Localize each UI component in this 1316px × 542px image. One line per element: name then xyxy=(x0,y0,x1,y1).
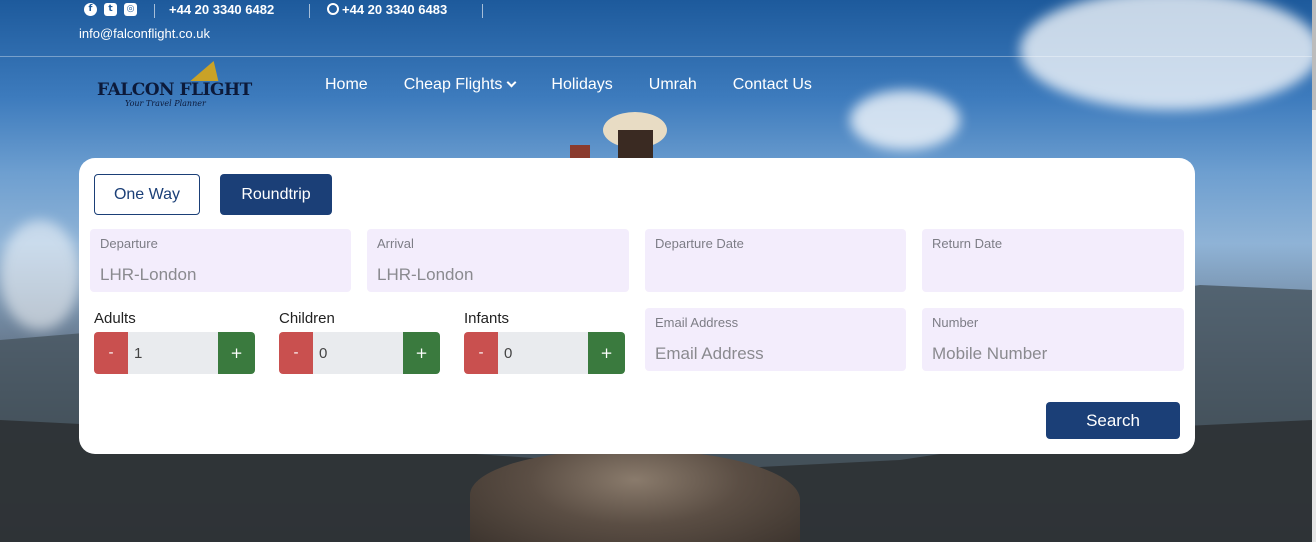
scrollbar-track[interactable] xyxy=(1312,0,1316,542)
nav-contact-us[interactable]: Contact Us xyxy=(733,76,812,94)
nav-cheap-flights-label: Cheap Flights xyxy=(403,76,503,93)
chevron-down-icon xyxy=(506,77,517,88)
divider xyxy=(482,4,483,18)
email-label: Email Address xyxy=(655,315,739,330)
logo-text: FALCON FLIGHT xyxy=(97,80,252,100)
logo[interactable]: FALCON FLIGHT Your Travel Planner xyxy=(97,61,252,113)
infants-label: Infants xyxy=(464,310,510,327)
children-stepper: - 0 + xyxy=(279,332,440,374)
return-date-field[interactable]: Return Date xyxy=(922,229,1184,292)
adults-value[interactable]: 1 xyxy=(128,332,218,374)
nav-holidays[interactable]: Holidays xyxy=(551,76,612,94)
number-label: Number xyxy=(932,315,979,330)
children-plus-button[interactable]: + xyxy=(403,332,440,374)
logo-tagline: Your Travel Planner xyxy=(125,99,206,108)
roundtrip-button[interactable]: Roundtrip xyxy=(220,174,332,215)
number-placeholder: Mobile Number xyxy=(932,344,1048,363)
rock-summit xyxy=(470,450,800,542)
social-links: f t ◎ xyxy=(84,3,137,16)
one-way-button[interactable]: One Way xyxy=(94,174,200,215)
flight-search-card: One Way Roundtrip Departure LHR-London A… xyxy=(79,158,1195,454)
departure-value: LHR-London xyxy=(100,265,197,284)
children-minus-button[interactable]: - xyxy=(279,332,313,374)
top-bar: f t ◎ +44 20 3340 6482 +44 20 3340 6483 … xyxy=(0,0,1312,57)
whatsapp-number-text: +44 20 3340 6483 xyxy=(342,2,448,17)
phone-number[interactable]: +44 20 3340 6482 xyxy=(169,2,274,17)
email-field[interactable]: Email Address Email Address xyxy=(645,308,906,371)
infants-minus-button[interactable]: - xyxy=(464,332,498,374)
facebook-icon[interactable]: f xyxy=(84,3,97,16)
main-nav: Home Cheap Flights Holidays Umrah Contac… xyxy=(325,76,812,94)
number-field[interactable]: Number Mobile Number xyxy=(922,308,1184,371)
divider xyxy=(154,4,155,18)
search-button[interactable]: Search xyxy=(1046,402,1180,439)
nav-home[interactable]: Home xyxy=(325,76,368,94)
departure-date-label: Departure Date xyxy=(655,236,744,251)
person-with-hat xyxy=(570,112,667,160)
nav-umrah[interactable]: Umrah xyxy=(649,76,697,94)
return-date-label: Return Date xyxy=(932,236,1003,251)
scrollbar-thumb[interactable] xyxy=(1312,0,1316,110)
departure-field[interactable]: Departure LHR-London xyxy=(90,229,351,292)
whatsapp-icon xyxy=(327,3,339,15)
email-placeholder: Email Address xyxy=(655,344,764,363)
departure-label: Departure xyxy=(100,236,158,251)
arrival-field[interactable]: Arrival LHR-London xyxy=(367,229,629,292)
adults-stepper: - 1 + xyxy=(94,332,255,374)
falcon-wing-icon xyxy=(190,61,228,81)
adults-label: Adults xyxy=(94,310,136,327)
adults-plus-button[interactable]: + xyxy=(218,332,255,374)
whatsapp-number[interactable]: +44 20 3340 6483 xyxy=(327,2,447,17)
instagram-icon[interactable]: ◎ xyxy=(124,3,137,16)
children-label: Children xyxy=(279,310,335,327)
email-link[interactable]: info@falconflight.co.uk xyxy=(79,26,210,41)
twitter-icon[interactable]: t xyxy=(104,3,117,16)
infants-plus-button[interactable]: + xyxy=(588,332,625,374)
infants-value[interactable]: 0 xyxy=(498,332,588,374)
nav-cheap-flights[interactable]: Cheap Flights xyxy=(403,76,517,94)
departure-date-field[interactable]: Departure Date xyxy=(645,229,906,292)
arrival-value: LHR-London xyxy=(377,265,474,284)
children-value[interactable]: 0 xyxy=(313,332,403,374)
divider xyxy=(309,4,310,18)
infants-stepper: - 0 + xyxy=(464,332,625,374)
adults-minus-button[interactable]: - xyxy=(94,332,128,374)
arrival-label: Arrival xyxy=(377,236,414,251)
